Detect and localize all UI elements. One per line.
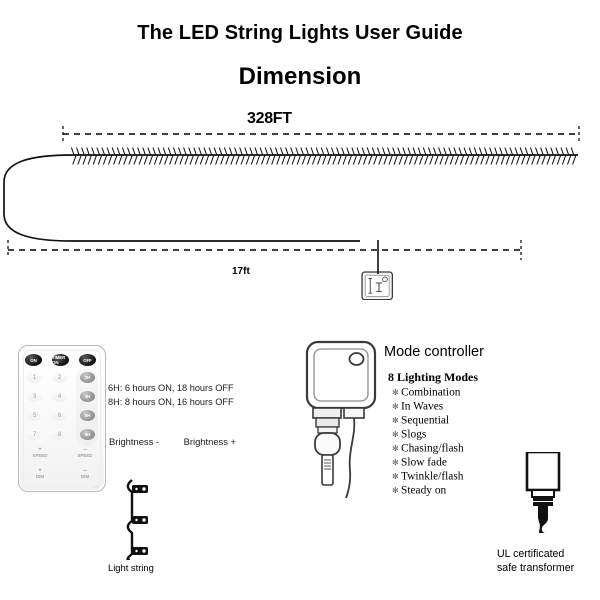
mode-label: In Waves (401, 400, 444, 413)
dimension-diagram: 328FT 17ft (0, 100, 600, 300)
list-item: ✻ Sequential (392, 414, 464, 428)
dimension-line-total (62, 126, 580, 142)
remote-button-4h[interactable]: 4H (80, 391, 95, 402)
brightness-decrease-label: Brightness - (109, 436, 160, 447)
timer-notes: 6H: 6 hours ON, 18 hours OFF 8H: 8 hours… (108, 381, 234, 409)
dimension-drawing (3, 126, 580, 300)
user-guide-page: The LED String Lights User Guide Dimensi… (0, 0, 600, 600)
list-item: ✻ Steady on (392, 484, 464, 498)
mode-button-icon (348, 352, 365, 366)
transformer-label-line1: UL certificated (497, 548, 565, 560)
remote-button-4[interactable]: 4 (52, 391, 67, 402)
list-item: ✻ Chasing/flash (392, 442, 464, 456)
led-bulb (132, 516, 148, 524)
light-string-graphic (126, 479, 148, 560)
remote-model-code: 012 (93, 485, 99, 489)
bullet-icon: ✻ (392, 458, 399, 467)
remote-button-7[interactable]: 7 (27, 429, 42, 440)
list-item: ✻ Twinkle/flash (392, 470, 464, 484)
bullet-icon: ✻ (392, 388, 399, 397)
list-item: ✻ Slow fade (392, 456, 464, 470)
bullet-icon: ✻ (392, 486, 399, 495)
brightness-increase-label: Brightness + (183, 436, 236, 447)
led-bristles (70, 147, 577, 165)
bullet-icon: ✻ (392, 444, 399, 453)
list-item: ✻ Combination (392, 386, 464, 400)
remote-button-8h[interactable]: 8H (80, 429, 95, 440)
mode-label: Chasing/flash (401, 442, 464, 455)
section-title-dimension: Dimension (238, 63, 362, 90)
lighting-modes-list: ✻ Combination ✻ In Waves ✻ Sequential ✻ Slog… (392, 386, 464, 498)
transformer-label-line2: safe transformer (497, 562, 575, 574)
inline-controller-box (361, 271, 394, 300)
bullet-icon: ✻ (392, 430, 399, 439)
mode-label: Twinkle/flash (401, 470, 464, 483)
remote-button-1[interactable]: 1 (27, 372, 42, 383)
lighting-modes-heading: 8 Lighting Modes (388, 370, 479, 384)
bullet-icon: ✻ (392, 416, 399, 425)
remote-button-timer-on[interactable]: TIMER ON (52, 354, 69, 366)
mode-label: Steady on (401, 484, 447, 497)
remote-button-3[interactable]: 3 (27, 391, 42, 402)
remote-dim-down-label: DIM (80, 474, 90, 479)
list-item: ✻ In Waves (392, 400, 464, 414)
mode-label: Sequential (401, 414, 450, 427)
brightness-legend: Brightness - Brightness + (109, 436, 269, 447)
timer-note-6h: 6H: 6 hours ON, 18 hours OFF (108, 383, 234, 393)
remote-button-2[interactable]: 2 (52, 372, 67, 383)
remote-button-dim-down[interactable]: – DIM (72, 468, 98, 480)
mode-label: Slow fade (401, 456, 447, 469)
dimension-total-label: 328FT (247, 110, 292, 127)
remote-speed-down-label: SPEED (77, 453, 93, 458)
light-string-label: Light string (108, 562, 154, 573)
remote-button-6h[interactable]: 6H (80, 410, 95, 421)
mode-label: Combination (401, 386, 461, 399)
mode-controller-device (305, 340, 377, 498)
remote-button-on[interactable]: ON (25, 354, 42, 366)
remote-button-speed-up[interactable]: + SPEED (27, 447, 53, 459)
led-bulb (132, 485, 148, 493)
remote-button-speed-down[interactable]: – SPEED (72, 447, 98, 459)
remote-control[interactable]: ON TIMER ON OFF 1 2 3 4 5 6 7 8 2H 4H 6H… (18, 345, 106, 492)
led-bulb (132, 547, 148, 555)
remote-button-5[interactable]: 5 (27, 410, 42, 421)
remote-speed-up-label: SPEED (32, 453, 48, 458)
remote-button-8[interactable]: 8 (52, 429, 67, 440)
transformer-label: UL certificated safe transformer (497, 547, 574, 575)
bullet-icon: ✻ (392, 472, 399, 481)
mode-label: Slogs (401, 428, 427, 441)
page-title: The LED String Lights User Guide (137, 22, 463, 44)
dimension-line-lead (7, 240, 522, 260)
mode-controller-title: Mode controller (384, 344, 484, 360)
cable-loop (3, 154, 360, 242)
bullet-icon: ✻ (392, 402, 399, 411)
list-item: ✻ Slogs (392, 428, 464, 442)
transformer-graphic (525, 452, 561, 533)
dimension-lead-label: 17ft (232, 266, 250, 277)
remote-dim-up-label: DIM (35, 474, 45, 479)
remote-button-6[interactable]: 6 (52, 410, 67, 421)
timer-note-8h: 8H: 8 hours ON, 16 hours OFF (108, 397, 234, 407)
remote-button-dim-up[interactable]: + DIM (27, 468, 53, 480)
remote-button-off[interactable]: OFF (79, 354, 96, 366)
remote-button-2h[interactable]: 2H (80, 372, 95, 383)
